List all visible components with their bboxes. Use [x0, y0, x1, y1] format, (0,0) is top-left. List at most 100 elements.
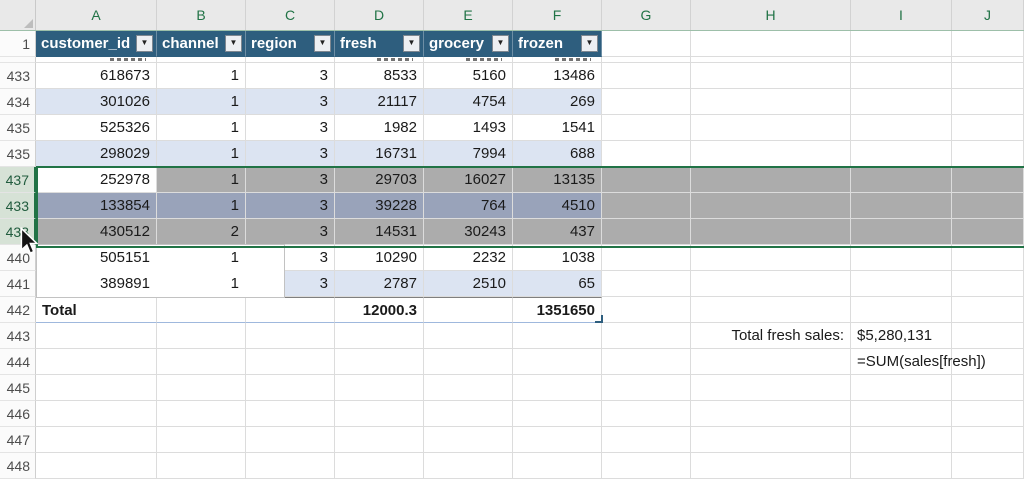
cell-B435[interactable]: 1 [157, 115, 246, 141]
cell-G433[interactable] [602, 193, 691, 219]
cell-D446[interactable] [335, 401, 424, 427]
cell-G446[interactable] [602, 401, 691, 427]
cell-C444[interactable] [246, 349, 335, 375]
row-header-441[interactable]: 441 [0, 271, 36, 297]
cell-I445[interactable] [851, 375, 952, 401]
cell-D443[interactable] [335, 323, 424, 349]
cell-C435[interactable]: 3 [246, 141, 335, 167]
cell-G440[interactable] [602, 245, 691, 271]
cell-E441[interactable]: 2510 [424, 271, 513, 297]
cell-B443[interactable] [157, 323, 246, 349]
row-header-443[interactable]: 443 [0, 323, 36, 349]
row-header-433[interactable]: 433 [0, 219, 36, 245]
cell-D435[interactable]: 1982 [335, 115, 424, 141]
cell-F445[interactable] [513, 375, 602, 401]
cell-B435[interactable]: 1 [157, 141, 246, 167]
cell-D447[interactable] [335, 427, 424, 453]
cell-D437[interactable]: 29703 [335, 167, 424, 193]
cell-G445[interactable] [602, 375, 691, 401]
cell-B445[interactable] [157, 375, 246, 401]
cell-H443[interactable]: Total fresh sales: [691, 323, 851, 349]
cell-I444[interactable]: =SUM(sales[fresh]) [851, 349, 952, 375]
column-header-J[interactable]: J [952, 0, 1024, 30]
cell-A437[interactable]: 252978 [36, 167, 157, 193]
cell-G433[interactable] [602, 219, 691, 245]
cell-I433[interactable] [851, 63, 952, 89]
column-header-H[interactable]: H [691, 0, 851, 30]
column-header-I[interactable]: I [851, 0, 952, 30]
cell-F435[interactable]: 688 [513, 141, 602, 167]
cell-A434[interactable]: 301026 [36, 89, 157, 115]
column-header-B[interactable]: B [157, 0, 246, 30]
cell-B433[interactable]: 2 [157, 219, 246, 245]
filter-dropdown-icon-grocery[interactable]: ▼ [492, 35, 509, 52]
cell-I434[interactable] [851, 89, 952, 115]
cell-I447[interactable] [851, 427, 952, 453]
cell-C448[interactable] [246, 453, 335, 479]
cell-D434[interactable]: 21117 [335, 89, 424, 115]
cell-H433[interactable] [691, 193, 851, 219]
column-header-A[interactable]: A [36, 0, 157, 30]
cell-A435[interactable]: 298029 [36, 141, 157, 167]
cell-G434[interactable] [602, 89, 691, 115]
cell-E434[interactable]: 4754 [424, 89, 513, 115]
cell-B433[interactable]: 1 [157, 63, 246, 89]
cell-A443[interactable] [36, 323, 157, 349]
cell-I441[interactable] [851, 271, 952, 297]
cell-E435[interactable]: 1493 [424, 115, 513, 141]
cell-J443[interactable] [952, 323, 1024, 349]
cell-E448[interactable] [424, 453, 513, 479]
cell-A442[interactable]: Total [36, 297, 157, 323]
cell-E433[interactable]: 30243 [424, 219, 513, 245]
cell-J433[interactable] [952, 63, 1024, 89]
cell-G448[interactable] [602, 453, 691, 479]
cell-F433[interactable]: 13486 [513, 63, 602, 89]
row-header-434[interactable]: 434 [0, 89, 36, 115]
cell-I437[interactable] [851, 167, 952, 193]
cell-D441[interactable]: 2787 [335, 271, 424, 297]
cell-I435[interactable] [851, 115, 952, 141]
cell-F433[interactable]: 4510 [513, 193, 602, 219]
row-header-435[interactable]: 435 [0, 115, 36, 141]
row-header-1[interactable]: 1 [0, 31, 36, 57]
cell-J433[interactable] [952, 193, 1024, 219]
cell-H447[interactable] [691, 427, 851, 453]
cell-F435[interactable]: 1541 [513, 115, 602, 141]
cell-F441[interactable]: 65 [513, 271, 602, 297]
column-header-F[interactable]: F [513, 0, 602, 30]
cell-H446[interactable] [691, 401, 851, 427]
cell-D433[interactable]: 39228 [335, 193, 424, 219]
cell-J440[interactable] [952, 245, 1024, 271]
cell-J445[interactable] [952, 375, 1024, 401]
cell-H434[interactable] [691, 89, 851, 115]
select-all-button[interactable] [0, 0, 36, 30]
cell-E445[interactable] [424, 375, 513, 401]
cell-G444[interactable] [602, 349, 691, 375]
cell-E444[interactable] [424, 349, 513, 375]
cell-F448[interactable] [513, 453, 602, 479]
cell-I433[interactable] [851, 193, 952, 219]
row-header-447[interactable]: 447 [0, 427, 36, 453]
cell-F437[interactable]: 13135 [513, 167, 602, 193]
row-header-445[interactable]: 445 [0, 375, 36, 401]
cell-A447[interactable] [36, 427, 157, 453]
cell-D444[interactable] [335, 349, 424, 375]
cell-A448[interactable] [36, 453, 157, 479]
cell-H433[interactable] [691, 219, 851, 245]
cell-H435[interactable] [691, 141, 851, 167]
row-header-442[interactable]: 442 [0, 297, 36, 323]
row-header-440[interactable]: 440 [0, 245, 36, 271]
column-header-C[interactable]: C [246, 0, 335, 30]
cell-C443[interactable] [246, 323, 335, 349]
cell-E435[interactable]: 7994 [424, 141, 513, 167]
row-header-437[interactable]: 437 [0, 167, 36, 193]
table-header-grocery[interactable]: grocery▼ [424, 31, 513, 57]
table-resize-handle[interactable] [595, 315, 603, 323]
row-header-444[interactable]: 444 [0, 349, 36, 375]
cell-G442[interactable] [602, 297, 691, 323]
cell-B448[interactable] [157, 453, 246, 479]
row-header-448[interactable]: 448 [0, 453, 36, 479]
cell-J433[interactable] [952, 219, 1024, 245]
cell-A433[interactable]: 133854 [36, 193, 157, 219]
table-header-channel[interactable]: channel▼ [157, 31, 246, 57]
